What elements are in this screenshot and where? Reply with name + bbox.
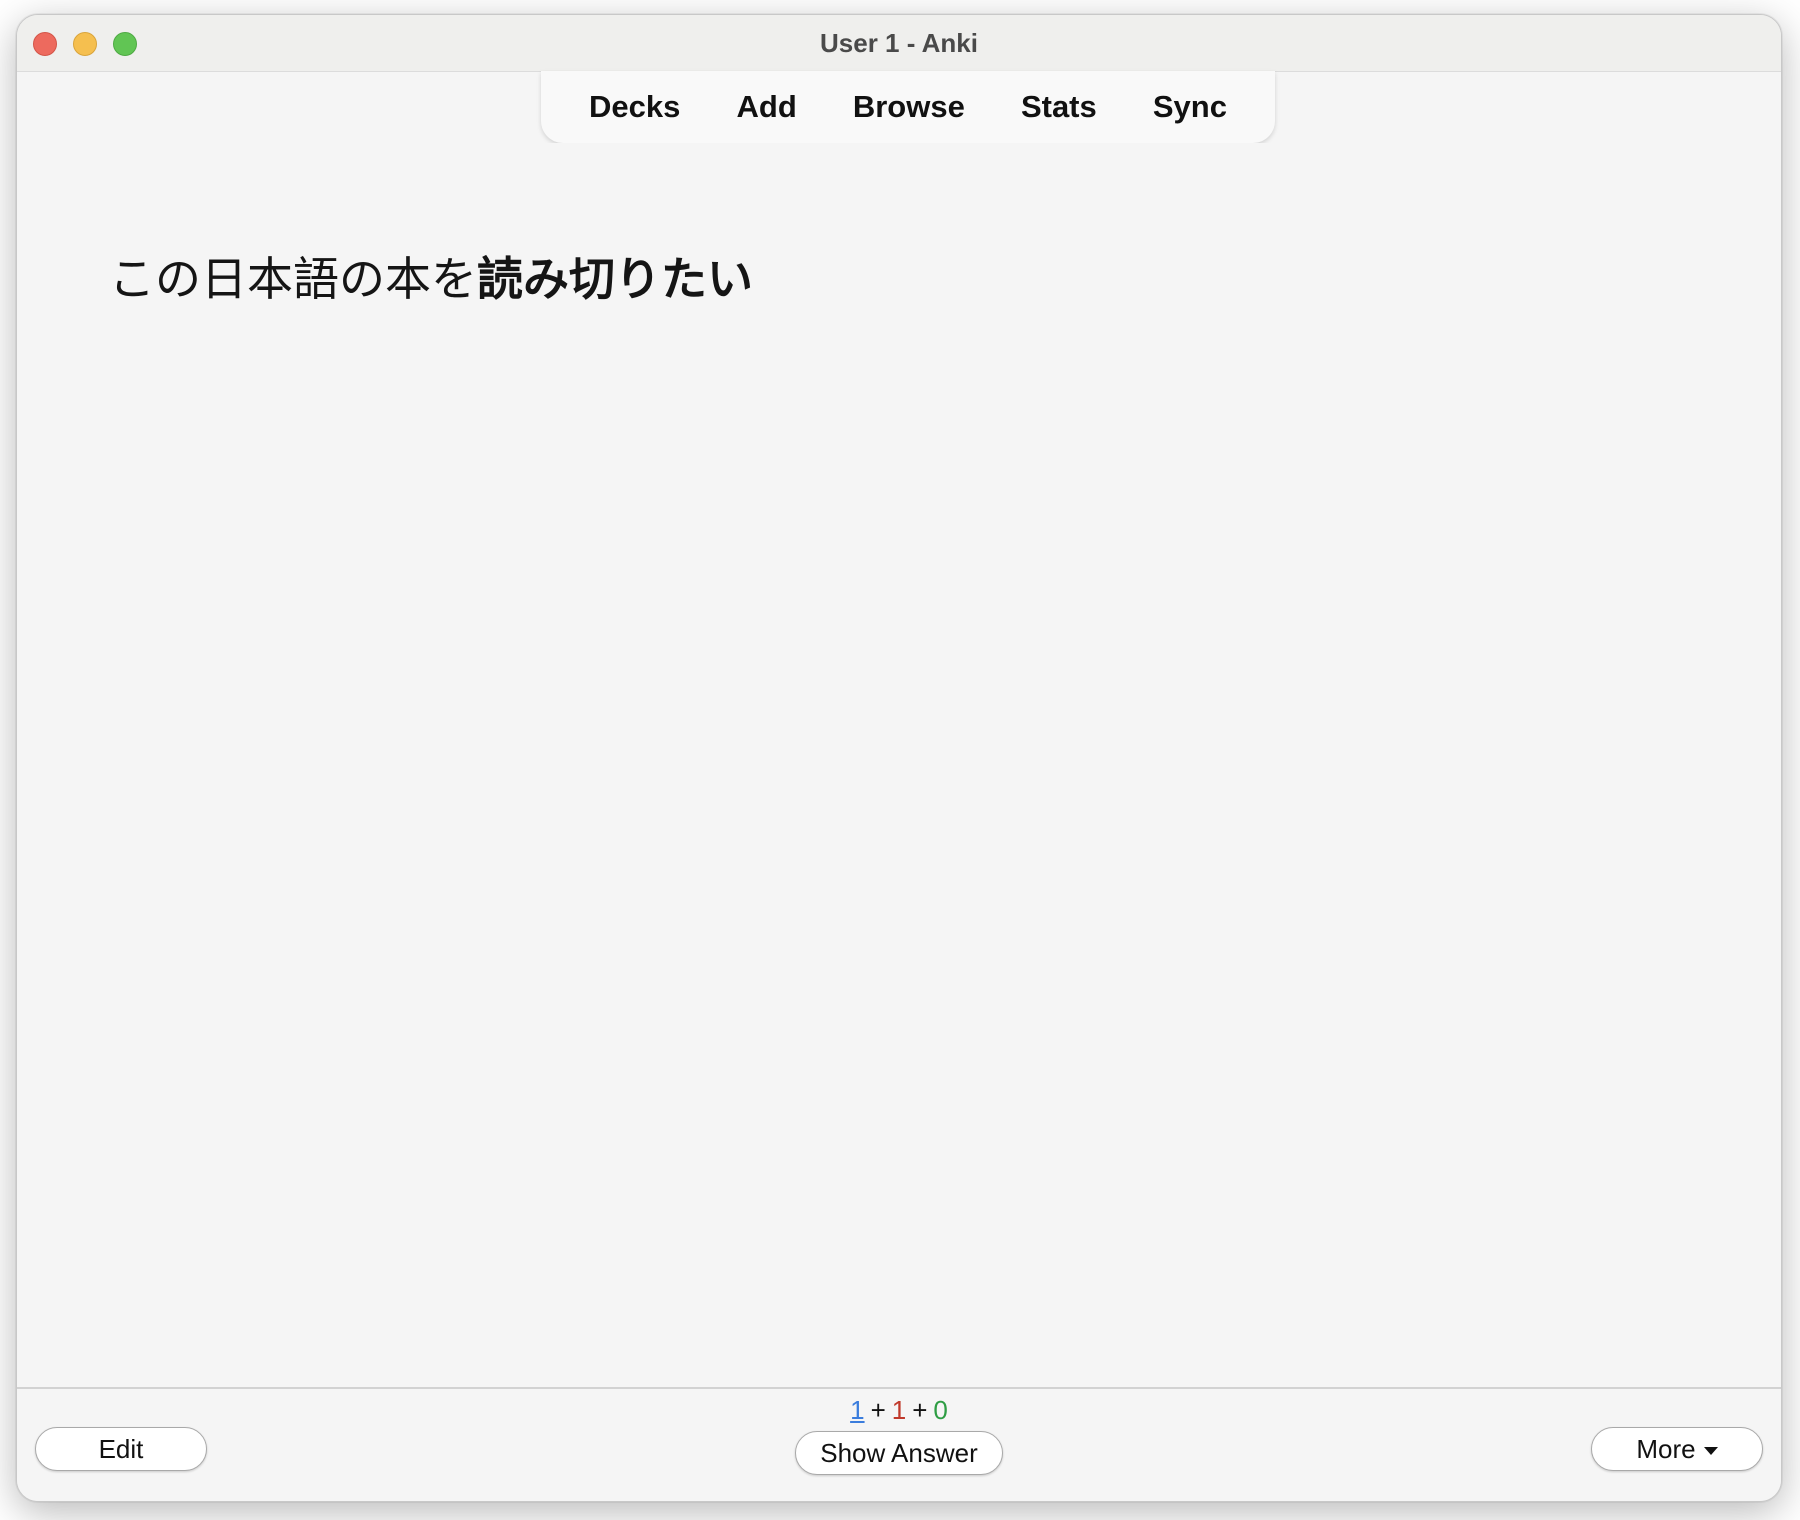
card-front-plain: この日本語の本を (109, 252, 477, 306)
window-title: User 1 - Anki (820, 28, 978, 58)
edit-button[interactable]: Edit (35, 1427, 207, 1471)
learning-count: 1 (891, 1395, 907, 1425)
new-count: 1 (850, 1395, 865, 1425)
more-label: More (1636, 1434, 1696, 1464)
caret-down-icon (1703, 1447, 1718, 1456)
title-bar: User 1 - Anki (17, 15, 1781, 72)
due-counts: 1 +1 +0 (17, 1395, 1781, 1427)
toolbar-sync[interactable]: Sync (1143, 85, 1237, 129)
bottom-bar: Edit 1 +1 +0 Show Answer More (17, 1387, 1781, 1501)
toolbar-decks[interactable]: Decks (579, 85, 690, 129)
show-answer-button[interactable]: Show Answer (795, 1431, 1003, 1475)
card-front-text: この日本語の本を読み切りたい (109, 243, 753, 309)
main-toolbar: Decks Add Browse Stats Sync (541, 71, 1275, 143)
toolbar-add[interactable]: Add (727, 85, 807, 129)
count-separator: + (912, 1395, 928, 1425)
more-button[interactable]: More (1591, 1427, 1763, 1471)
count-separator: + (870, 1395, 886, 1425)
desktop: User 1 - Anki Decks Add Browse Stats Syn… (0, 0, 1800, 1520)
toolbar-stats[interactable]: Stats (1011, 85, 1107, 129)
review-count: 0 (933, 1395, 948, 1425)
anki-window: User 1 - Anki Decks Add Browse Stats Syn… (16, 14, 1782, 1502)
toolbar-browse[interactable]: Browse (843, 85, 975, 129)
card-review-area: この日本語の本を読み切りたい (17, 143, 1781, 1405)
card-front-bold: 読み切りたい (477, 252, 753, 306)
